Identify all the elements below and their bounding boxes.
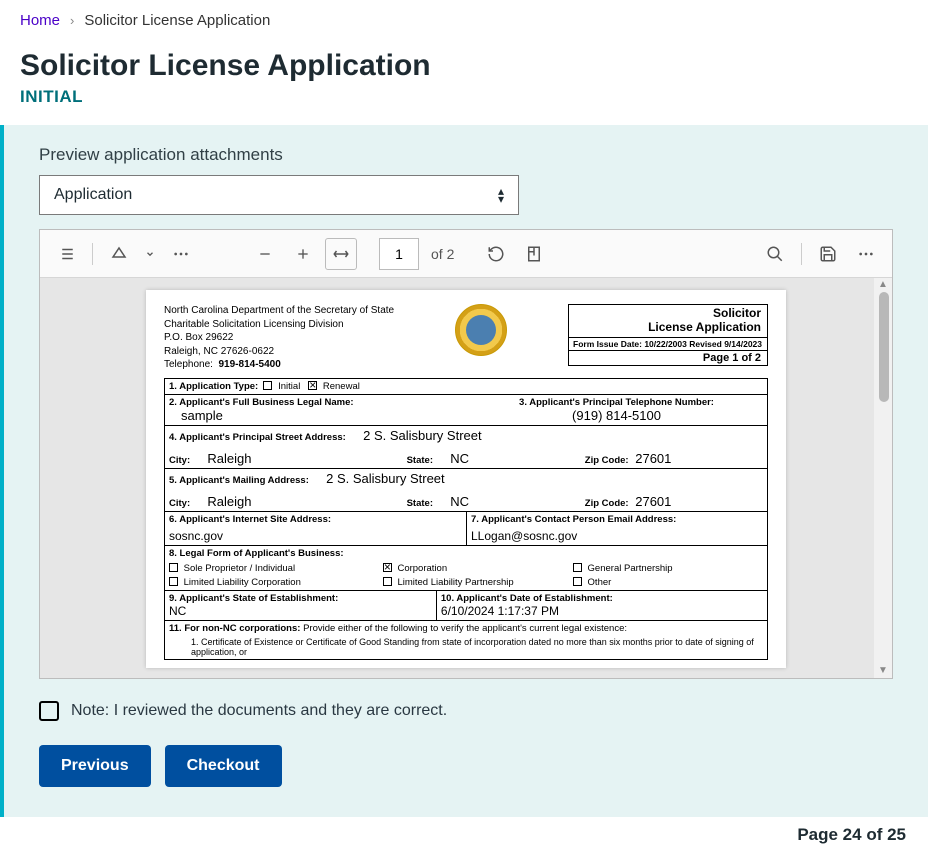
chevron-right-icon: ›: [70, 13, 74, 28]
page-subtitle: INITIAL: [0, 83, 928, 125]
previous-button[interactable]: Previous: [39, 745, 151, 787]
toolbar-divider: [92, 243, 93, 265]
attachment-select[interactable]: Application ▴▾: [39, 175, 519, 215]
more-tools-icon[interactable]: [165, 238, 197, 270]
zoom-out-icon[interactable]: [249, 238, 281, 270]
button-row: Previous Checkout: [39, 745, 893, 787]
scroll-down-icon[interactable]: ▼: [878, 666, 888, 676]
highlight-dropdown-icon[interactable]: [141, 238, 159, 270]
doc-title-box: SolicitorLicense Application Form Issue …: [568, 304, 768, 366]
highlight-icon[interactable]: [103, 238, 135, 270]
zoom-in-icon[interactable]: [287, 238, 319, 270]
page-total-label: of 2: [431, 246, 454, 262]
page-view-icon[interactable]: [518, 238, 550, 270]
state-seal-icon: [455, 304, 507, 356]
preview-section: Preview application attachments Applicat…: [0, 125, 928, 817]
search-icon[interactable]: [759, 238, 791, 270]
page-indicator: Page 24 of 25: [0, 817, 928, 855]
page-title: Solicitor License Application: [0, 41, 928, 83]
scrollbar-track[interactable]: ▲ ▼: [874, 278, 892, 678]
pdf-document-area[interactable]: North Carolina Department of the Secreta…: [40, 278, 892, 678]
breadcrumb-current: Solicitor License Application: [84, 12, 270, 29]
fit-width-icon[interactable]: [325, 238, 357, 270]
review-note-label: Note: I reviewed the documents and they …: [71, 702, 447, 720]
doc-dept-block: North Carolina Department of the Secreta…: [164, 304, 394, 372]
rotate-icon[interactable]: [480, 238, 512, 270]
more-menu-icon[interactable]: [850, 238, 882, 270]
review-checkbox[interactable]: [39, 701, 59, 721]
checkout-button[interactable]: Checkout: [165, 745, 282, 787]
save-icon[interactable]: [812, 238, 844, 270]
scrollbar-thumb[interactable]: [879, 292, 889, 402]
breadcrumb: Home › Solicitor License Application: [0, 0, 928, 41]
pdf-viewer: of 2 North Carolina Department of the Se…: [39, 229, 893, 679]
outline-icon[interactable]: [50, 238, 82, 270]
breadcrumb-home[interactable]: Home: [20, 12, 60, 29]
page-number-input[interactable]: [379, 238, 419, 270]
preview-label: Preview application attachments: [39, 145, 893, 165]
pdf-page: North Carolina Department of the Secreta…: [146, 290, 786, 668]
scroll-up-icon[interactable]: ▲: [878, 280, 888, 290]
pdf-toolbar: of 2: [40, 230, 892, 278]
review-row: Note: I reviewed the documents and they …: [39, 701, 893, 721]
toolbar-divider: [801, 243, 802, 265]
select-caret-icon: ▴▾: [498, 187, 504, 203]
attachment-select-value: Application: [54, 186, 132, 204]
doc-form: 1. Application Type: Initial Renewal 2. …: [164, 378, 768, 660]
